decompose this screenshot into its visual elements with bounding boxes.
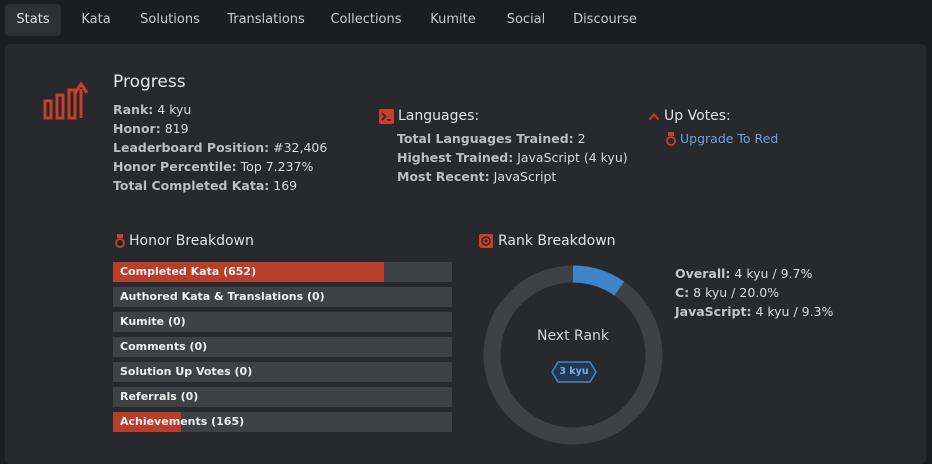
languages-title: Languages:	[398, 108, 480, 124]
progress-details: Rank: 4 kyu Honor: 819 Leaderboard Posit…	[113, 100, 327, 195]
honor-bar-completed-kata: Completed Kata (652)	[113, 262, 452, 282]
progress-chart-icon	[43, 81, 89, 120]
c-rank-row: C: 8 kyu / 20.0%	[675, 285, 780, 300]
profile-tabs: Stats Kata Solutions Translations Collec…	[0, 0, 932, 42]
total-languages-row: Total Languages Trained: 2	[397, 131, 586, 146]
highest-trained-row: Highest Trained: JavaScript (4 kyu)	[397, 150, 628, 165]
honor-bar-kumite: Kumite (0)	[113, 312, 452, 332]
rank-breakdown-title: Rank Breakdown	[498, 233, 616, 249]
overall-rank-row: Overall: 4 kyu / 9.7%	[675, 266, 813, 281]
rank-progress-ring	[483, 265, 663, 445]
upgrade-to-red-link[interactable]: Upgrade To Red	[680, 131, 778, 146]
tab-stats[interactable]: Stats	[5, 4, 61, 36]
completed-kata-row: Total Completed Kata: 169	[113, 178, 298, 193]
rank-details: Overall: 4 kyu / 9.7% C: 8 kyu / 20.0% J…	[675, 264, 833, 321]
honor-breakdown-title: Honor Breakdown	[129, 233, 254, 249]
next-rank-label: Next Rank	[536, 328, 610, 344]
rank-badge-label: 3 kyu	[559, 366, 589, 377]
tab-kumite[interactable]: Kumite	[423, 4, 483, 36]
honor-medal-icon	[115, 234, 125, 248]
target-icon	[479, 234, 493, 248]
medal-icon	[666, 132, 676, 146]
leaderboard-row: Leaderboard Position: #32,406	[113, 140, 328, 155]
tab-solutions[interactable]: Solutions	[132, 4, 208, 36]
tab-collections[interactable]: Collections	[324, 4, 408, 36]
honor-bar-authored-kata: Authored Kata & Translations (0)	[113, 287, 452, 307]
rank-row: Rank: 4 kyu	[113, 102, 192, 117]
stats-panel: Progress Rank: 4 kyu Honor: 819 Leaderbo…	[5, 44, 926, 464]
honor-bar-comments: Comments (0)	[113, 337, 452, 357]
upvotes-title: Up Votes:	[664, 108, 731, 124]
javascript-rank-row: JavaScript: 4 kyu / 9.3%	[675, 304, 834, 319]
tab-kata[interactable]: Kata	[70, 4, 122, 36]
honor-bar-referrals: Referrals (0)	[113, 387, 452, 407]
tab-translations[interactable]: Translations	[221, 4, 311, 36]
honor-bar-solution-up-votes: Solution Up Votes (0)	[113, 362, 452, 382]
terminal-icon	[379, 109, 394, 124]
most-recent-row: Most Recent: JavaScript	[397, 169, 557, 184]
honor-bar-achievements: Achievements (165)	[113, 412, 452, 432]
tab-discourse[interactable]: Discourse	[568, 4, 642, 36]
languages-details: Total Languages Trained: 2 Highest Train…	[397, 129, 628, 186]
ring-track	[483, 265, 663, 445]
honor-percentile-row: Honor Percentile: Top 7.237%	[113, 159, 314, 174]
tab-social[interactable]: Social	[498, 4, 554, 36]
chevron-up-icon	[648, 113, 660, 121]
progress-title: Progress	[113, 72, 186, 92]
honor-row: Honor: 819	[113, 121, 189, 136]
